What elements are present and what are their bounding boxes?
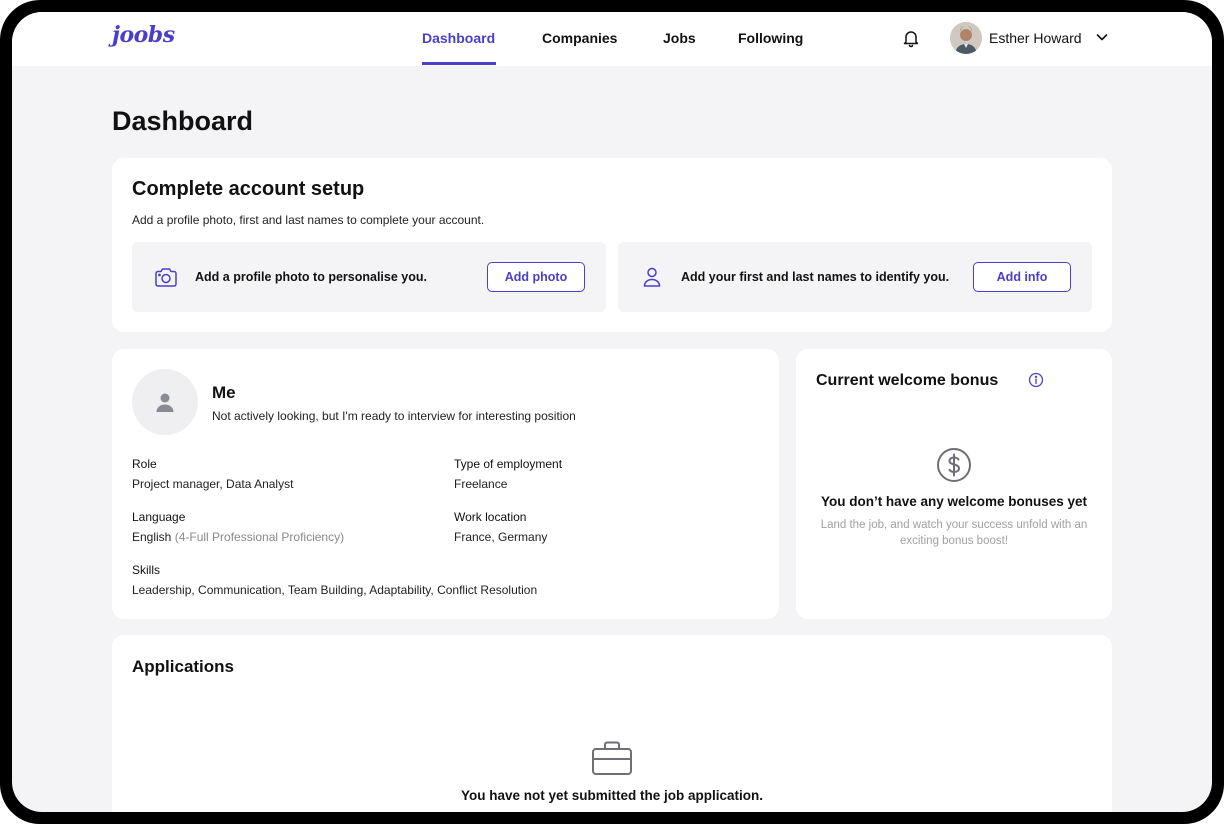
add-info-text: Add your first and last names to identif… (681, 270, 950, 284)
active-nav-indicator (422, 62, 496, 65)
bonus-title: Current welcome bonus (816, 372, 999, 389)
chevron-down-icon[interactable] (1094, 29, 1110, 45)
language-level: (4-Full Professional Proficiency) (174, 530, 345, 544)
employment-label: Type of employment (454, 457, 563, 471)
role-value: Project manager, Data Analyst (132, 477, 294, 491)
setup-title: Complete account setup (132, 178, 365, 200)
welcome-bonus-card: Current welcome bonus You don’t have any… (796, 349, 1112, 619)
top-navigation-bar: joobs Dashboard Companies Jobs Following (12, 12, 1212, 66)
skills-label: Skills (132, 563, 161, 577)
add-info-button[interactable]: Add info (973, 262, 1071, 292)
dollar-coin-icon (937, 448, 971, 482)
employment-value: Freelance (454, 477, 508, 491)
user-avatar[interactable] (950, 22, 982, 54)
applications-card: Applications You have not yet submitted … (112, 635, 1112, 812)
nav-following[interactable]: Following (738, 30, 803, 46)
info-icon[interactable] (1028, 372, 1044, 388)
user-photo-icon (950, 22, 982, 54)
bonus-empty-subtitle: Land the job, and watch your success unf… (820, 519, 1088, 547)
setup-subtitle: Add a profile photo, first and last name… (132, 213, 485, 227)
bonus-empty-title: You don’t have any welcome bonuses yet (820, 494, 1088, 509)
account-setup-card: Complete account setup Add a profile pho… (112, 158, 1112, 332)
camera-icon (155, 268, 177, 287)
profile-card: Me Not actively looking, but I'm ready t… (112, 349, 779, 619)
applications-empty-text: You have not yet submitted the job appli… (460, 788, 764, 803)
user-placeholder-icon (156, 393, 174, 412)
language-label: Language (132, 510, 186, 524)
add-photo-button[interactable]: Add photo (487, 262, 585, 292)
device-frame: joobs Dashboard Companies Jobs Following (0, 0, 1224, 824)
language-name: English (132, 530, 172, 544)
app-screen: joobs Dashboard Companies Jobs Following (12, 12, 1212, 812)
location-label: Work location (454, 510, 527, 524)
profile-status: Not actively looking, but I'm ready to i… (212, 409, 576, 423)
add-photo-text: Add a profile photo to personalise you. (195, 270, 427, 284)
nav-jobs[interactable]: Jobs (663, 30, 696, 46)
add-info-task: Add your first and last names to identif… (618, 242, 1092, 312)
nav-dashboard[interactable]: Dashboard (422, 30, 495, 46)
skills-value: Leadership, Communication, Team Building… (132, 583, 538, 597)
user-icon (643, 267, 661, 287)
bell-icon[interactable] (901, 28, 921, 48)
page-title: Dashboard (112, 106, 254, 136)
user-name[interactable]: Esther Howard (989, 30, 1082, 46)
profile-avatar[interactable] (132, 369, 198, 435)
nav-companies[interactable]: Companies (542, 30, 617, 46)
add-photo-task: Add a profile photo to personalise you. … (132, 242, 606, 312)
profile-name: Me (212, 383, 236, 402)
briefcase-icon (592, 741, 632, 775)
language-value: English (4-Full Professional Proficiency… (132, 530, 344, 544)
applications-title: Applications (132, 657, 235, 676)
role-label: Role (132, 457, 157, 471)
joobs-logo[interactable]: joobs (112, 22, 175, 48)
location-value: France, Germany (454, 530, 548, 544)
